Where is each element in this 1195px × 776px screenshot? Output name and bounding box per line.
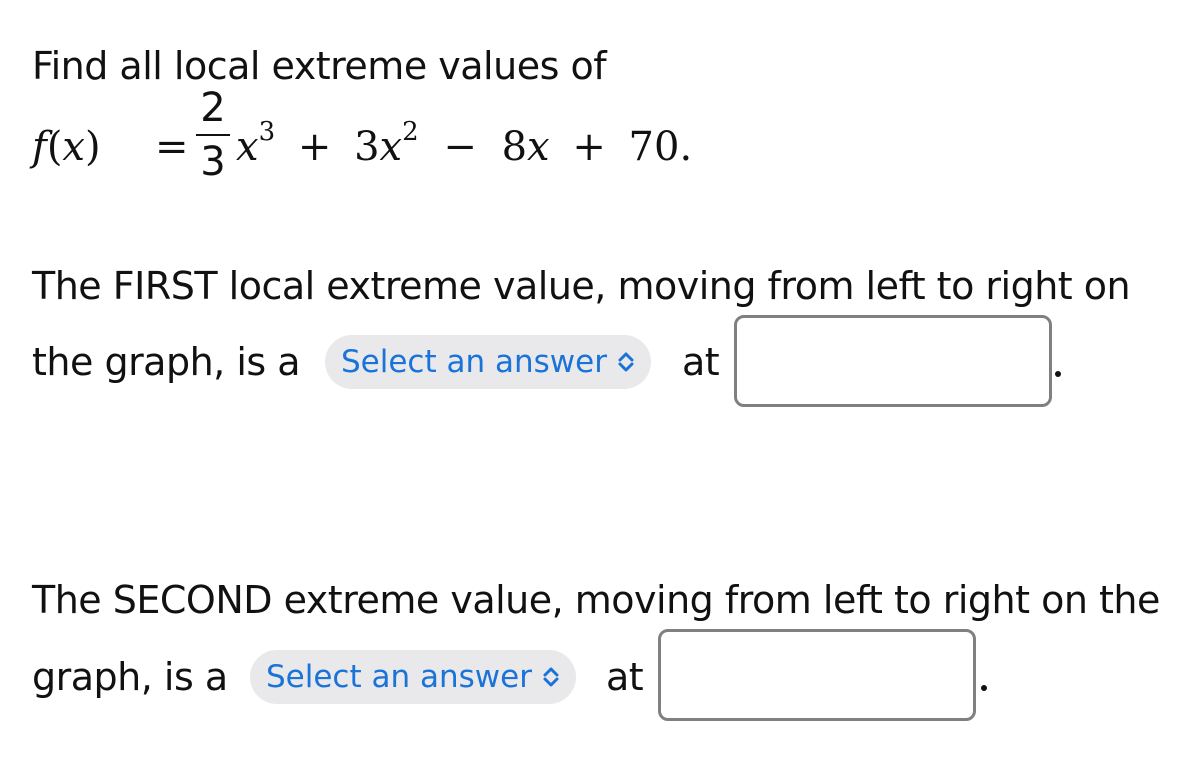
- first-extreme-type-select[interactable]: Select an answer: [325, 335, 651, 389]
- first-period: [1055, 371, 1061, 377]
- first-question-line2: the graph, is a: [32, 340, 301, 384]
- fraction-bar: [196, 134, 230, 136]
- term3: 8x: [501, 124, 550, 170]
- function-formula: f(x): [32, 124, 101, 170]
- first-question-line1: The FIRST local extreme value, moving fr…: [32, 264, 1131, 308]
- function-lhs: f(x): [32, 124, 101, 170]
- term2-coef: 3: [354, 124, 380, 170]
- second-question-line1: The SECOND extreme value, moving from le…: [32, 578, 1160, 622]
- first-at-label: at: [682, 340, 720, 384]
- fraction-numerator: 2: [200, 85, 226, 131]
- constant: 70.: [628, 124, 693, 170]
- equals-sign: =: [155, 124, 189, 170]
- first-select-label: Select an answer: [341, 344, 607, 380]
- second-select-label: Select an answer: [266, 659, 532, 695]
- second-question-line2: graph, is a: [32, 655, 228, 699]
- second-at-label: at: [606, 655, 644, 699]
- fraction: 2 3: [196, 86, 230, 184]
- prompt-intro: Find all local extreme values of: [32, 44, 607, 88]
- term1-exp: 3: [258, 117, 276, 147]
- term2-exp: 2: [402, 117, 419, 147]
- op1: +: [297, 124, 332, 170]
- second-x-value-input[interactable]: [658, 629, 976, 721]
- fraction-denominator: 3: [200, 139, 226, 185]
- term1-var: x: [236, 124, 259, 170]
- first-x-value-input[interactable]: [734, 315, 1052, 407]
- op3: +: [572, 124, 606, 170]
- chevron-up-down-icon: [618, 352, 634, 372]
- chevron-up-down-icon: [543, 667, 559, 687]
- op2: −: [443, 124, 477, 170]
- second-period: [981, 685, 987, 691]
- term2-var: x: [379, 124, 403, 170]
- second-extreme-type-select[interactable]: Select an answer: [250, 650, 576, 704]
- function-terms: x3 + 3x2 − 8x + 70.: [236, 117, 693, 170]
